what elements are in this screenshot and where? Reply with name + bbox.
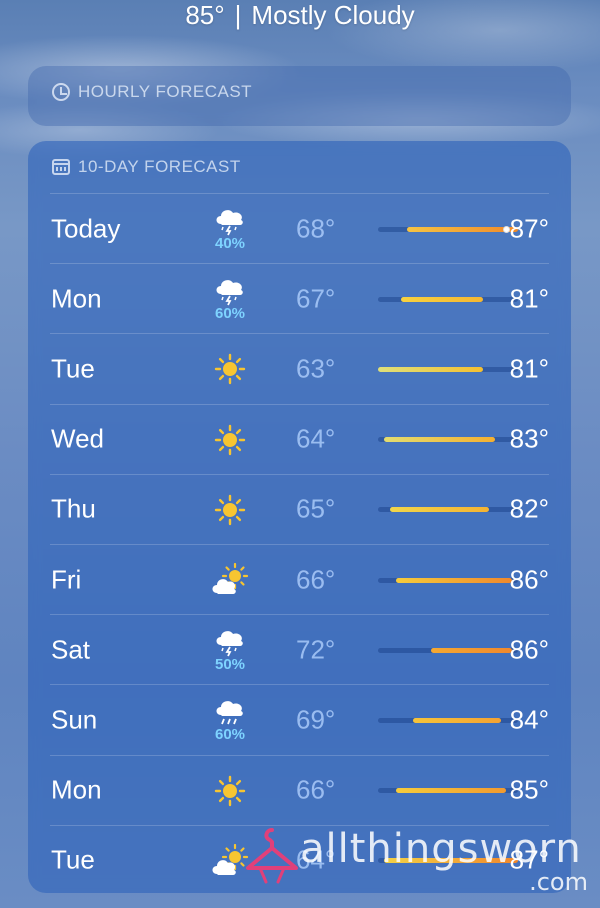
low-temp: 72° <box>296 634 336 665</box>
temp-range-track <box>378 647 518 653</box>
thunderstorm-icon <box>213 207 247 237</box>
temp-range-track <box>378 788 518 794</box>
temp-range-bar <box>383 858 518 864</box>
weather-icon-wrap: 50% <box>198 615 262 685</box>
forecast-row[interactable]: Mon 66° 85° <box>50 754 549 826</box>
day-label: Tue <box>51 353 95 384</box>
temp-range-bar <box>430 647 513 653</box>
temp-range-track <box>378 507 518 513</box>
weather-icon-wrap <box>198 826 262 896</box>
low-temp: 65° <box>296 493 336 524</box>
temp-range-track <box>378 225 518 233</box>
precip-chance: 40% <box>214 234 246 252</box>
forecast-row[interactable]: Wed 64° 83° <box>50 403 549 475</box>
day-label: Today <box>51 213 121 244</box>
high-temp: 81° <box>509 283 549 314</box>
low-temp: 64° <box>296 844 336 875</box>
forecast-row[interactable]: Thu 65° 82° <box>50 473 549 545</box>
ten-day-forecast-card[interactable]: 10-DAY FORECAST Today 40% 68° 87° Mon 60% 67° 8… <box>28 141 571 893</box>
forecast-row[interactable]: Sun 60% 69° 84° <box>50 684 549 754</box>
low-temp: 63° <box>296 353 336 384</box>
forecast-row[interactable]: Tue 63° 81° <box>50 333 549 403</box>
day-label: Sat <box>51 634 91 665</box>
high-temp: 87° <box>509 213 549 244</box>
low-temp: 66° <box>296 774 336 805</box>
day-label: Mon <box>51 283 102 314</box>
thunderstorm-icon <box>213 628 247 658</box>
sun-icon <box>213 423 247 457</box>
temp-range-track <box>378 858 518 864</box>
current-conditions: 85° | Mostly Cloudy <box>0 0 600 34</box>
hourly-forecast-card[interactable]: HOURLY FORECAST <box>28 66 571 126</box>
low-temp: 67° <box>296 283 336 314</box>
thunderstorm-icon <box>213 277 247 307</box>
sun-icon <box>213 352 247 386</box>
high-temp: 87° <box>509 844 549 875</box>
forecast-row[interactable]: Today 40% 68° 87° <box>50 193 549 263</box>
precip-chance: 60% <box>214 304 246 322</box>
temp-range-bar <box>395 788 507 794</box>
ten-day-forecast-header: 10-DAY FORECAST <box>28 141 571 193</box>
sun-icon <box>213 774 247 808</box>
day-label: Tue <box>51 844 95 875</box>
temp-range-bar <box>389 507 489 513</box>
low-temp: 69° <box>296 704 336 735</box>
day-label: Sun <box>51 704 98 735</box>
high-temp: 81° <box>509 353 549 384</box>
rain-icon <box>213 698 247 728</box>
forecast-row[interactable]: Fri 66° 86° <box>50 543 549 615</box>
current-condition: Mostly Cloudy <box>251 0 415 30</box>
hourly-forecast-label: HOURLY FORECAST <box>78 82 253 101</box>
forecast-row[interactable]: Mon 60% 67° 81° <box>50 263 549 333</box>
precip-chance: 60% <box>214 725 246 743</box>
low-temp: 64° <box>296 423 336 454</box>
temp-range-track <box>378 296 518 302</box>
day-label: Mon <box>51 774 102 805</box>
partly-cloudy-icon <box>210 843 250 878</box>
calendar-icon <box>52 159 70 175</box>
weather-icon-wrap <box>198 405 262 475</box>
weather-icon-wrap: 60% <box>198 685 262 755</box>
weather-icon-wrap: 40% <box>198 194 262 264</box>
forecast-rows: Today 40% 68° 87° Mon 60% 67° 81° Tue 63° 81° Wed 64… <box>28 193 571 895</box>
high-temp: 86° <box>509 634 549 665</box>
ten-day-forecast-label: 10-DAY FORECAST <box>78 157 241 176</box>
high-temp: 85° <box>509 774 549 805</box>
low-temp: 68° <box>296 213 336 244</box>
low-temp: 66° <box>296 564 336 595</box>
forecast-row[interactable]: Tue 64° 87° <box>50 824 549 896</box>
temp-range-bar <box>383 437 495 443</box>
partly-cloudy-icon <box>210 562 250 597</box>
day-label: Wed <box>51 423 104 454</box>
high-temp: 86° <box>509 564 549 595</box>
high-temp: 83° <box>509 423 549 454</box>
day-label: Thu <box>51 493 96 524</box>
temp-range-track <box>378 437 518 443</box>
temp-range-track <box>378 577 518 583</box>
clock-icon <box>52 83 70 101</box>
weather-icon-wrap <box>198 475 262 545</box>
precip-chance: 50% <box>214 655 246 673</box>
sun-icon <box>213 493 247 527</box>
hourly-forecast-header: HOURLY FORECAST <box>28 66 571 118</box>
weather-icon-wrap <box>198 334 262 404</box>
weather-icon-wrap <box>198 756 262 826</box>
temp-range-bar <box>407 226 518 232</box>
forecast-row[interactable]: Sat 50% 72° 86° <box>50 614 549 684</box>
weather-icon-wrap: 60% <box>198 264 262 334</box>
separator: | <box>234 0 242 30</box>
day-label: Fri <box>51 564 82 595</box>
high-temp: 84° <box>509 704 549 735</box>
temp-range-track <box>378 366 518 372</box>
high-temp: 82° <box>509 493 549 524</box>
temp-range-bar <box>413 717 501 723</box>
weather-icon-wrap <box>198 545 262 615</box>
temp-range-bar <box>395 577 513 583</box>
temp-range-bar <box>401 296 483 302</box>
temp-range-track <box>378 717 518 723</box>
current-temp: 85° <box>185 0 225 30</box>
temp-range-bar <box>378 366 483 372</box>
